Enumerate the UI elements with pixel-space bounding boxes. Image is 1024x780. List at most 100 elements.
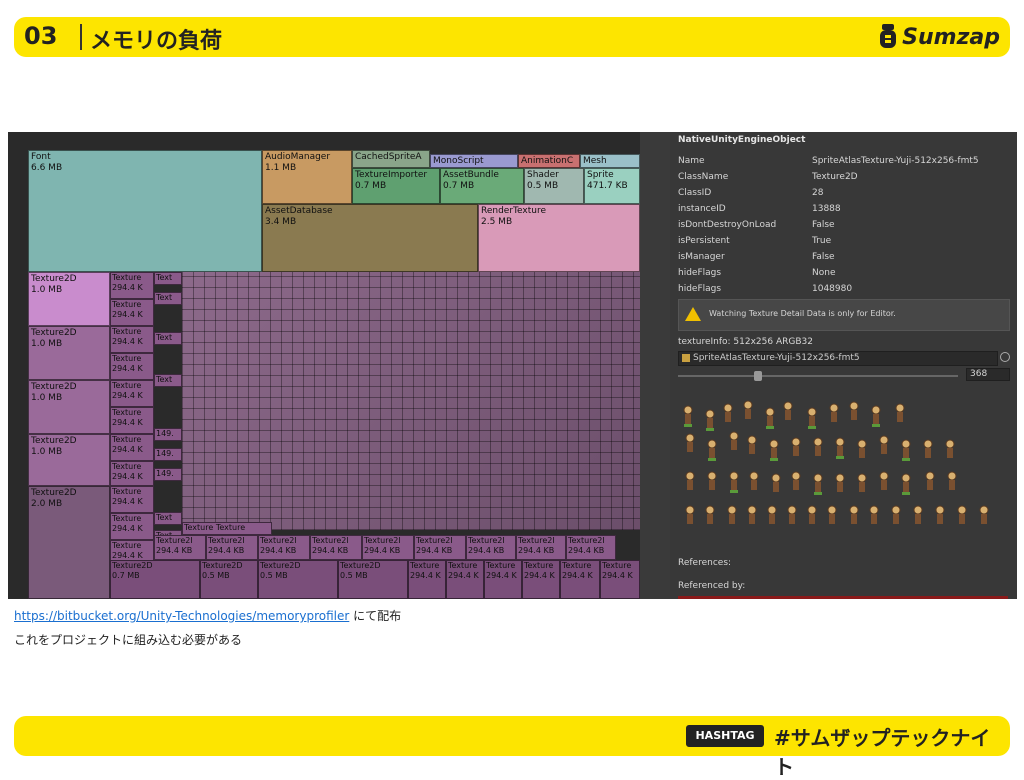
row-key: Name <box>678 156 705 166</box>
texture-info-label: textureInfo: 512x256 ARGB32 <box>678 337 813 347</box>
treemap-cell-monoscript[interactable]: MonoScript <box>430 154 518 168</box>
treemap-cell-bottom[interactable]: Texture 294.4 K <box>560 560 600 599</box>
treemap-cell-bottom[interactable]: Texture2D 0.5 MB <box>200 560 258 599</box>
treemap-cell-small[interactable]: Texture 294.4 K <box>110 486 154 513</box>
treemap-cell-texture2d[interactable]: Texture2D 1.0 MB <box>28 434 110 486</box>
treemap-cell-audiomanager[interactable]: AudioManager 1.1 MB <box>262 150 352 204</box>
slider-thumb[interactable] <box>754 371 762 381</box>
logo-text: Sumzap <box>902 24 1000 50</box>
treemap-cell-small[interactable]: Texture 294.4 K <box>110 299 154 326</box>
row-key: isManager <box>678 252 725 262</box>
footer-bar: HASHTAG #サムザップテックナイト <box>14 716 1010 779</box>
inspector-row-dontdestroy: isDontDestroyOnLoad False <box>678 220 1008 234</box>
references-label: References: <box>678 558 732 568</box>
object-picker-icon[interactable] <box>1000 352 1010 362</box>
texture-object-field[interactable]: SpriteAtlasTexture-Yuji-512x256-fmt5 <box>678 351 998 366</box>
treemap-cell-shader[interactable]: Shader 0.5 MB <box>524 168 584 204</box>
treemap-cell-bottom[interactable]: Texture 294.4 K <box>522 560 560 599</box>
treemap-cell-text-short[interactable]: Text <box>154 512 182 525</box>
memoryprofiler-link[interactable]: https://bitbucket.org/Unity-Technologies… <box>14 609 349 623</box>
treemap-cell-texture2d[interactable]: Texture2D 1.0 MB <box>28 380 110 434</box>
inspector-panel: NativeUnityEngineObject Name SpriteAtlasT… <box>670 132 1017 599</box>
treemap-cell-bottom[interactable]: Texture 294.4 K <box>600 560 640 599</box>
treemap-cell-row[interactable]: Texture2I 294.4 KB <box>362 535 414 560</box>
treemap-cell-bottom[interactable]: Texture 294.4 K <box>408 560 446 599</box>
zoom-slider[interactable] <box>678 371 958 381</box>
memory-treemap: Font 6.6 MB AudioManager 1.1 MB CachedSpri… <box>8 132 640 599</box>
treemap-cell-small[interactable]: Texture 294.4 K <box>110 540 154 562</box>
treemap-cell-bottom[interactable]: Texture 294.4 K <box>484 560 522 599</box>
inspector-row-ismanager: isManager False <box>678 252 1008 266</box>
title-separator <box>80 24 82 50</box>
treemap-cell-row[interactable]: Texture2I 294.4 KB <box>206 535 258 560</box>
treemap-cell-animation[interactable]: AnimationC <box>518 154 580 168</box>
treemap-cell-rendertexture[interactable]: RenderTexture 2.5 MB <box>478 204 640 272</box>
treemap-cell-row[interactable]: Texture2I 294.4 KB <box>310 535 362 560</box>
treemap-cell-texture2d[interactable]: Texture2D 2.0 MB <box>28 486 110 599</box>
inspector-row-instanceid: instanceID 13888 <box>678 204 1008 218</box>
treemap-cell-text-short[interactable]: Text <box>154 272 182 285</box>
referenced-by-bar <box>678 596 1008 599</box>
inspector-header: NativeUnityEngineObject <box>678 135 806 145</box>
treemap-cell-small[interactable]: Texture 294.4 K <box>110 326 154 353</box>
treemap-cell-mesh[interactable]: Mesh <box>580 154 640 168</box>
treemap-cell-font[interactable]: Font 6.6 MB <box>28 150 262 272</box>
inspector-row-hideflags-value: hideFlags 1048980 <box>678 284 1008 298</box>
row-key: instanceID <box>678 204 726 214</box>
treemap-cell-small[interactable]: Texture 294.4 K <box>110 513 154 540</box>
treemap-cell-row[interactable]: Texture2I 294.4 KB <box>566 535 616 560</box>
row-value: None <box>812 268 836 278</box>
warning-icon <box>685 307 701 321</box>
treemap-cell-row[interactable]: Texture2I 294.4 KB <box>154 535 206 560</box>
treemap-cell-texture-texture[interactable]: Texture Texture <box>182 522 272 535</box>
inspector-row-classid: ClassID 28 <box>678 188 1008 202</box>
treemap-cell-texture2d[interactable]: Texture2D 1.0 MB <box>28 272 110 326</box>
row-value: Texture2D <box>812 172 858 182</box>
treemap-cell-textureimporter[interactable]: TextureImporter 0.7 MB <box>352 168 440 204</box>
panel-divider <box>640 132 670 599</box>
slider-value-field[interactable]: 368 <box>966 368 1010 381</box>
row-value: True <box>812 236 832 246</box>
treemap-cell-row[interactable]: Texture2I 294.4 KB <box>516 535 566 560</box>
sprite-atlas-preview <box>678 400 1008 550</box>
inspector-row-ispersistent: isPersistent True <box>678 236 1008 250</box>
treemap-cell-bottom[interactable]: Texture 294.4 K <box>446 560 484 599</box>
inspector-row-classname: ClassName Texture2D <box>678 172 1008 186</box>
treemap-cell-149[interactable]: 149. <box>154 428 182 441</box>
treemap-cell-text-short[interactable]: Text <box>154 292 182 305</box>
download-caption: https://bitbucket.org/Unity-Technologies… <box>14 607 401 624</box>
treemap-cell-text-short[interactable]: Text <box>154 332 182 345</box>
treemap-cell-sprite[interactable]: Sprite 471.7 KB <box>584 168 640 204</box>
row-key: isDontDestroyOnLoad <box>678 220 777 230</box>
treemap-cell-bottom[interactable]: Texture2D 0.5 MB <box>338 560 408 599</box>
sumzap-mark-icon <box>880 24 897 48</box>
treemap-cell-row[interactable]: Texture2I 294.4 KB <box>414 535 466 560</box>
treemap-cell-small[interactable]: Texture 294.4 K <box>110 434 154 461</box>
sprite-figures <box>683 400 989 524</box>
treemap-cell-149[interactable]: 149. <box>154 468 182 481</box>
inspector-row-name: Name SpriteAtlasTexture-Yuji-512x256-fmt5 <box>678 156 1008 170</box>
treemap-cell-small[interactable]: Texture 294.4 K <box>110 353 154 380</box>
treemap-cell-small[interactable]: Texture 294.4 K <box>110 272 154 299</box>
treemap-cell-small[interactable]: Texture 294.4 K <box>110 407 154 434</box>
treemap-cell-assetbundle[interactable]: AssetBundle 0.7 MB <box>440 168 524 204</box>
treemap-cell-row[interactable]: Texture2I 294.4 KB <box>258 535 310 560</box>
treemap-cell-bottom[interactable]: Texture2D 0.7 MB <box>110 560 200 599</box>
memory-profiler-screenshot: Font 6.6 MB AudioManager 1.1 MB CachedSpri… <box>8 132 1017 599</box>
row-key: ClassID <box>678 188 712 198</box>
row-value: False <box>812 252 835 262</box>
row-value: 13888 <box>812 204 841 214</box>
treemap-cell-bottom[interactable]: Texture2D 0.5 MB <box>258 560 338 599</box>
treemap-cell-text-short[interactable]: Text <box>154 374 182 387</box>
treemap-cell-cachedsprite[interactable]: CachedSpriteA <box>352 150 430 168</box>
treemap-cell-texture2d[interactable]: Texture2D 1.0 MB <box>28 326 110 380</box>
link-suffix: にて配布 <box>353 609 402 623</box>
row-key: hideFlags <box>678 284 722 294</box>
treemap-cell-small[interactable]: Texture 294.4 K <box>110 461 154 486</box>
hashtag-text: #サムザップテックナイト <box>774 726 991 779</box>
treemap-cell-small[interactable]: Texture 294.4 K <box>110 380 154 407</box>
treemap-cell-149[interactable]: 149. <box>154 448 182 461</box>
treemap-cell-row[interactable]: Texture2I 294.4 KB <box>466 535 516 560</box>
title-bar: 03 メモリの負荷 Sumzap <box>14 17 1010 57</box>
treemap-cell-assetdatabase[interactable]: AssetDatabase 3.4 MB <box>262 204 478 272</box>
